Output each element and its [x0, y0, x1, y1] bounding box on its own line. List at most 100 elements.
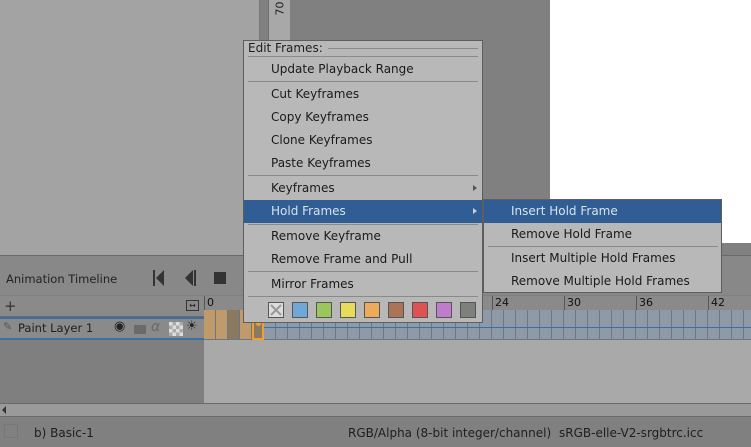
frame-cell[interactable]: [684, 310, 696, 340]
menu-item-insert-multiple-hold-frames[interactable]: Insert Multiple Hold Frames: [484, 247, 721, 270]
frame-cell[interactable]: [672, 310, 684, 340]
color-label-swatch[interactable]: [364, 302, 380, 318]
frame-cell[interactable]: [744, 310, 751, 340]
ruler-tick: 24: [492, 296, 509, 310]
color-model: RGB/Alpha (8-bit integer/channel): [348, 426, 552, 440]
layer-line: [444, 327, 456, 328]
menu-item-copy-keyframes[interactable]: Copy Keyframes: [244, 106, 482, 129]
menu-item-update-playback-range[interactable]: Update Playback Range: [244, 58, 482, 81]
alpha-lock-icon[interactable]: α: [151, 319, 160, 335]
frame-cell[interactable]: [504, 310, 516, 340]
frame-cell[interactable]: [516, 310, 528, 340]
frame-cell[interactable]: [492, 310, 504, 340]
layer-row[interactable]: ✎ Paint Layer 1 ◉ α ☀: [0, 317, 204, 340]
layer-line: [300, 327, 312, 328]
frame-cell[interactable]: [636, 310, 648, 340]
frame-cell-filled[interactable]: [216, 310, 228, 340]
menu-item-paste-keyframes[interactable]: Paste Keyframes: [244, 152, 482, 175]
ruler-tick: 36: [636, 296, 653, 310]
color-label-swatch[interactable]: [340, 302, 356, 318]
frame-cell-filled[interactable]: [204, 310, 216, 340]
menu-item-insert-hold-frame[interactable]: Insert Hold Frame: [484, 200, 721, 223]
color-label-swatch[interactable]: [388, 302, 404, 318]
add-layer-icon[interactable]: +: [4, 297, 17, 315]
color-label-swatch[interactable]: [316, 302, 332, 318]
pin-icon[interactable]: ✎: [3, 320, 12, 333]
frame-cell[interactable]: [528, 310, 540, 340]
layer-line: [348, 327, 360, 328]
layer-line: [276, 327, 288, 328]
layer-line: [372, 327, 384, 328]
menu-item-label: Hold Frames: [271, 204, 346, 218]
layer-line: [492, 327, 504, 328]
menu-item-remove-frame-and-pull[interactable]: Remove Frame and Pull: [244, 248, 482, 271]
frame-cell[interactable]: [564, 310, 576, 340]
menu-item-clone-keyframes[interactable]: Clone Keyframes: [244, 129, 482, 152]
layer-line: [672, 327, 684, 328]
layer-line: [600, 327, 612, 328]
layer-line: [528, 327, 540, 328]
status-bar: b) Basic-1 RGB/Alpha (8-bit integer/chan…: [0, 417, 751, 447]
layer-line: [360, 327, 372, 328]
submenu-arrow-icon: [473, 185, 477, 191]
menu-item-cut-keyframes[interactable]: Cut Keyframes: [244, 83, 482, 106]
frame-cell[interactable]: [648, 310, 660, 340]
brush-preset-name[interactable]: b) Basic-1: [34, 426, 94, 440]
color-label-swatch[interactable]: [412, 302, 428, 318]
layer-line: [336, 327, 348, 328]
frame-cell[interactable]: [624, 310, 636, 340]
transparency-icon[interactable]: [169, 322, 183, 336]
scroll-left-icon[interactable]: [2, 406, 6, 414]
frame-cell[interactable]: [588, 310, 600, 340]
layer-line: [696, 327, 708, 328]
menu-item-hold-frames[interactable]: Hold Frames: [244, 200, 482, 223]
previous-frame-icon[interactable]: [184, 270, 198, 286]
layer-line: [324, 327, 336, 328]
menu-item-mirror-frames[interactable]: Mirror Frames: [244, 273, 482, 296]
lock-icon[interactable]: [134, 325, 146, 334]
layer-line: [516, 327, 528, 328]
layer-line: [456, 327, 468, 328]
layer-line: [732, 327, 744, 328]
color-label-swatch[interactable]: [460, 302, 476, 318]
color-label-swatch[interactable]: [436, 302, 452, 318]
fit-width-icon[interactable]: ↔: [186, 300, 199, 311]
frame-cell[interactable]: [720, 310, 732, 340]
layer-line: [612, 327, 624, 328]
menu-item-keyframes[interactable]: Keyframes: [244, 177, 482, 200]
layer-line: [684, 327, 696, 328]
layer-name: Paint Layer 1: [18, 321, 94, 335]
layer-line: [264, 327, 276, 328]
menu-item-remove-hold-frame[interactable]: Remove Hold Frame: [484, 223, 721, 246]
onion-skin-icon[interactable]: ☀: [186, 319, 198, 334]
ruler-tick: 0: [204, 296, 214, 310]
layer-line: [408, 327, 420, 328]
clear-color-swatch[interactable]: [268, 302, 284, 318]
frame-cell[interactable]: [540, 310, 552, 340]
frame-cell-filled[interactable]: [228, 310, 240, 340]
horizontal-scrollbar[interactable]: [0, 403, 751, 417]
layer-line: [468, 327, 480, 328]
layer-line: [588, 327, 600, 328]
frame-cell[interactable]: [660, 310, 672, 340]
menu-item-remove-keyframe[interactable]: Remove Keyframe: [244, 225, 482, 248]
brush-preset-icon[interactable]: [4, 424, 18, 438]
frame-cell[interactable]: [612, 310, 624, 340]
frame-cell[interactable]: [576, 310, 588, 340]
layer-line: [636, 327, 648, 328]
stop-icon[interactable]: [214, 272, 226, 284]
layer-line: [396, 327, 408, 328]
layer-line: [420, 327, 432, 328]
layer-line: [624, 327, 636, 328]
visibility-icon[interactable]: ◉: [114, 319, 125, 334]
frame-cell[interactable]: [708, 310, 720, 340]
layer-line: [312, 327, 324, 328]
color-label-swatch[interactable]: [292, 302, 308, 318]
skip-to-start-icon[interactable]: [152, 270, 166, 286]
frame-cell[interactable]: [600, 310, 612, 340]
frame-cell[interactable]: [696, 310, 708, 340]
layer-line: [384, 327, 396, 328]
menu-item-remove-multiple-hold-frames[interactable]: Remove Multiple Hold Frames: [484, 270, 721, 293]
frame-cell[interactable]: [732, 310, 744, 340]
frame-cell[interactable]: [552, 310, 564, 340]
